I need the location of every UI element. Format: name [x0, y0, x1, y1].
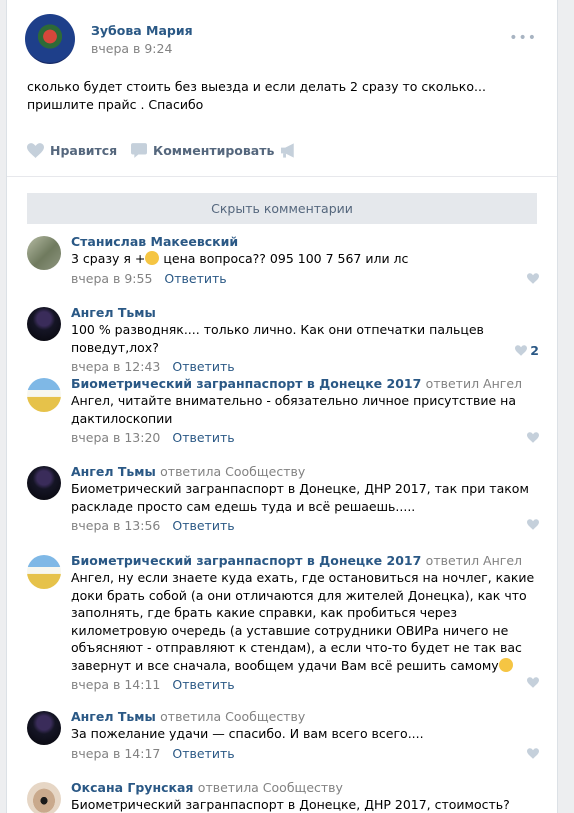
heart-icon — [527, 432, 539, 443]
comment-time[interactable]: вчера в 13:20 — [71, 430, 160, 445]
comment: Ангел Тьмы ответила Сообществу За пожела… — [27, 708, 539, 763]
comment-author-link[interactable]: Ангел Тьмы — [71, 464, 156, 479]
comment: Станислав Макеевский 3 сразу я + цена во… — [27, 233, 539, 288]
comment: Биометрический загранпаспорт в Донецке 2… — [27, 552, 539, 695]
share-button[interactable] — [281, 143, 298, 158]
avatar[interactable] — [27, 236, 61, 270]
megaphone-icon — [281, 143, 294, 158]
comment-author-link[interactable]: Ангел Тьмы — [71, 709, 156, 724]
reply-button[interactable]: Ответить — [172, 746, 234, 761]
comment-like-button[interactable] — [527, 677, 539, 688]
post-author[interactable]: Зубова Мария — [91, 23, 193, 38]
divider — [7, 176, 557, 177]
comment-author: Биометрический загранпаспорт в Донецке 2… — [71, 552, 536, 569]
comment-like-button[interactable]: 2 — [515, 343, 539, 358]
comment-text-part: цена вопроса?? 095 100 7 567 или лс — [159, 251, 409, 266]
reply-to-label[interactable]: ответил Ангел — [426, 553, 522, 568]
comment: Оксана Грунская ответила Сообществу Биом… — [27, 779, 539, 813]
comment-time[interactable]: вчера в 13:56 — [71, 518, 160, 533]
like-count: 2 — [530, 343, 539, 358]
comment-text: За пожелание удачи — спасибо. И вам всег… — [71, 726, 424, 741]
comment-time[interactable]: вчера в 12:43 — [71, 359, 160, 374]
post-time[interactable]: вчера в 9:24 — [91, 41, 172, 56]
comment-text: Ангел, ну если знаете куда ехать, где ос… — [71, 569, 536, 674]
comment-text: Ангел, читайте внимательно - обязательно… — [71, 393, 517, 426]
comment-label: Комментировать — [153, 143, 275, 158]
comment-text: 3 сразу я + цена вопроса?? 095 100 7 567… — [71, 250, 536, 268]
reply-button[interactable]: Ответить — [172, 430, 234, 445]
heart-icon — [515, 345, 528, 356]
heart-icon — [527, 519, 539, 530]
reply-to-label[interactable]: ответил Ангел — [426, 376, 522, 391]
comment-text: Биометрический загранпаспорт в Донецке, … — [71, 797, 510, 812]
post-text: сколько будет стоить без выезда и если д… — [27, 79, 486, 112]
comment-author: Ангел Тьмы ответила Сообществу — [71, 463, 536, 480]
comment-author: Оксана Грунская ответила Сообществу — [71, 779, 536, 796]
comment-text-part: 3 сразу я + — [71, 251, 146, 266]
heart-icon — [527, 273, 539, 284]
avatar[interactable] — [27, 378, 61, 412]
avatar[interactable] — [27, 307, 61, 341]
avatar[interactable] — [27, 466, 61, 500]
comment-time[interactable]: вчера в 9:55 — [71, 271, 152, 286]
comment: Ангел Тьмы ответила Сообществу Биометрич… — [27, 463, 539, 536]
reply-button[interactable]: Ответить — [172, 359, 234, 374]
wink-emoji-icon — [498, 657, 513, 672]
comment: Ангел Тьмы 100 % разводняк.... только ли… — [27, 304, 539, 374]
post-card: Зубова Мария вчера в 9:24 ••• сколько бу… — [6, 0, 558, 813]
comment: Биометрический загранпаспорт в Донецке 2… — [27, 375, 539, 448]
comment-text-part: Ангел, ну если знаете куда ехать, где ос… — [71, 570, 535, 673]
comment-text: Биометрический загранпаспорт в Донецке, … — [71, 481, 529, 514]
comment-author-link[interactable]: Биометрический загранпаспорт в Донецке 2… — [71, 553, 421, 568]
heart-icon — [27, 143, 44, 158]
comment-like-button[interactable] — [527, 432, 539, 443]
like-label: Нравится — [50, 143, 118, 158]
heart-icon — [527, 677, 539, 688]
comment-author: Биометрический загранпаспорт в Донецке 2… — [71, 375, 536, 392]
comment-button[interactable]: Комментировать — [131, 143, 274, 158]
more-options-icon[interactable]: ••• — [509, 30, 537, 46]
post-header: Зубова Мария вчера в 9:24 ••• — [25, 14, 545, 66]
comment-time[interactable]: вчера в 14:11 — [71, 677, 160, 692]
smile-emoji-icon — [145, 251, 160, 265]
comment-author[interactable]: Станислав Макеевский — [71, 233, 536, 250]
hide-comments-button[interactable]: Скрыть комментарии — [27, 193, 537, 224]
comment-author-link[interactable]: Оксана Грунская — [71, 780, 193, 795]
comment-text: 100 % разводняк.... только лично. Как он… — [71, 322, 484, 355]
avatar[interactable] — [27, 711, 61, 745]
reply-button[interactable]: Ответить — [172, 518, 234, 533]
avatar[interactable] — [27, 555, 61, 589]
reply-button[interactable]: Ответить — [172, 677, 234, 692]
like-button[interactable]: Нравится — [27, 143, 117, 158]
comment-icon — [131, 143, 147, 158]
avatar[interactable] — [27, 782, 61, 813]
comment-author[interactable]: Ангел Тьмы — [71, 304, 536, 321]
reply-to-label[interactable]: ответила Сообществу — [160, 709, 305, 724]
post-actions: Нравится Комментировать — [27, 143, 547, 163]
avatar[interactable] — [25, 14, 75, 64]
comment-like-button[interactable] — [527, 273, 539, 284]
comment-like-button[interactable] — [527, 748, 539, 759]
comment-like-button[interactable] — [527, 519, 539, 530]
comment-time[interactable]: вчера в 14:17 — [71, 746, 160, 761]
reply-button[interactable]: Ответить — [164, 271, 226, 286]
heart-icon — [527, 748, 539, 759]
comment-author: Ангел Тьмы ответила Сообществу — [71, 708, 536, 725]
comment-author-link[interactable]: Биометрический загранпаспорт в Донецке 2… — [71, 376, 421, 391]
reply-to-label[interactable]: ответила Сообществу — [198, 780, 343, 795]
reply-to-label[interactable]: ответила Сообществу — [160, 464, 305, 479]
